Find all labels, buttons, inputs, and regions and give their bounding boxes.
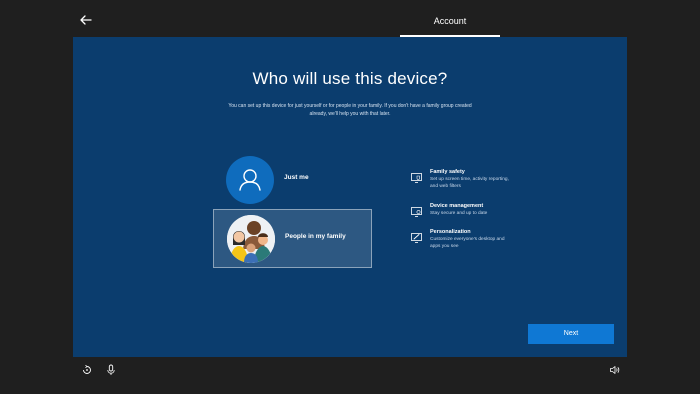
option-just-me[interactable]: Just me (213, 151, 372, 210)
option-people-in-my-family[interactable]: People in my family (213, 209, 372, 268)
ease-of-access-icon[interactable] (81, 363, 93, 375)
option-label: Just me (284, 174, 309, 181)
section-label: Account (433, 16, 467, 26)
feature-description: Set up screen time, activity reporting, … (430, 177, 509, 189)
person-icon (226, 156, 274, 204)
feature-title: Personalization (430, 229, 471, 235)
feature-description: Stay secure and up to date (430, 211, 488, 216)
page-title: Who will use this device? (252, 69, 448, 88)
feature-description: Customize everyone's desktop and apps yo… (430, 237, 505, 249)
family-illustration (227, 215, 275, 263)
feature-title: Device management (430, 203, 484, 209)
volume-icon[interactable] (609, 363, 621, 375)
device-management-icon (411, 204, 422, 217)
microphone-icon[interactable] (105, 363, 117, 375)
family-safety-icon (411, 170, 422, 183)
top-bar: Account (0, 0, 700, 37)
back-arrow-icon[interactable] (78, 12, 94, 28)
next-button[interactable]: Next (528, 324, 614, 344)
page-subtitle: You can set up this device for just your… (228, 103, 472, 117)
personalization-icon (411, 230, 422, 243)
option-label: People in my family (285, 233, 346, 240)
oobe-panel: Who will use this device? You can set up… (73, 37, 627, 357)
feature-title: Family safety (430, 169, 465, 175)
